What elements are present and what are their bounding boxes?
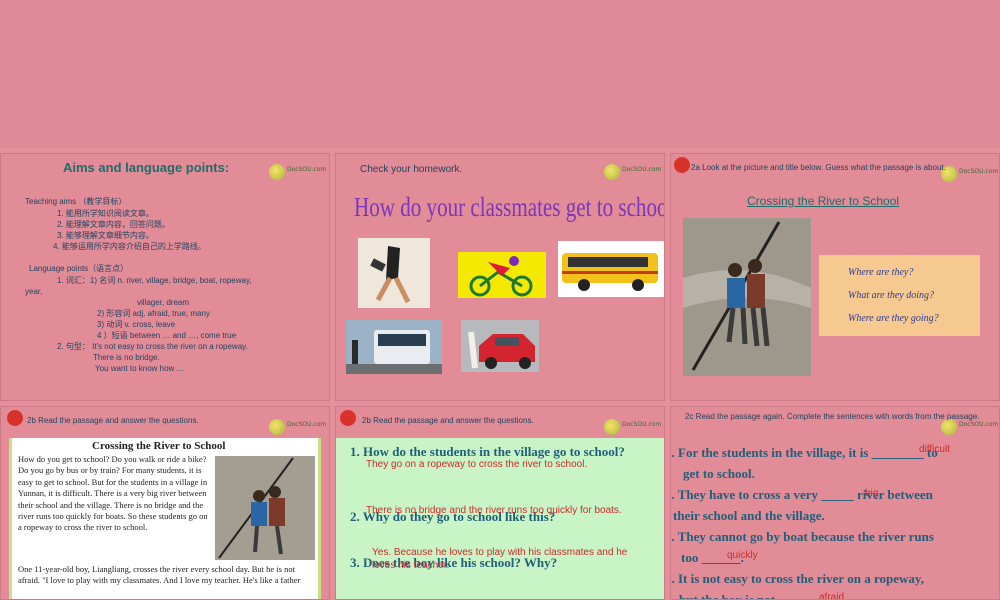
slide-title: Aims and language points: [63, 160, 230, 175]
car-photo [461, 320, 539, 372]
logo: DocSOU.com [269, 164, 326, 180]
slide-header: 2b Read the passage and answer the quest… [362, 416, 534, 425]
logo: DocSOU.com [604, 419, 661, 435]
slide-header: 2b Read the passage and answer the quest… [27, 416, 199, 425]
school-bus-photo [558, 241, 664, 297]
guess-questions-box: Where are they? What are they doing? Whe… [819, 255, 980, 336]
passage-paragraph-2: One 11-year-old boy, Liangliang, crosses… [18, 564, 301, 586]
answer-afraid: afraid [819, 592, 845, 600]
language-points-label: Language points（语言点） [29, 264, 129, 273]
teaching-aims-label: Teaching aims （教学目标） [25, 197, 127, 206]
passage-title: Crossing the River to School [92, 440, 226, 452]
slide-header: 2a Look at the picture and title below. … [691, 163, 946, 172]
answer-3: Yes. Because he loves to play with his c… [372, 547, 628, 571]
answer-difficult: difficult [919, 444, 950, 455]
slide-passage[interactable]: DocSOU.com 2b Read the passage and answe… [0, 406, 330, 600]
ropeway-photo [683, 218, 811, 376]
slide-header: 2c Read the passage again. Complete the … [685, 412, 980, 421]
slide-homework[interactable]: DocSOU.com Check your homework. How do y… [335, 153, 665, 401]
answer-1: They go on a ropeway to cross the river … [366, 459, 588, 470]
slide-header: Check your homework. [360, 164, 463, 175]
slide-badge [7, 410, 23, 426]
answer-quickly: quickly [727, 550, 758, 561]
slide-headline: How do your classmates get to school? [354, 192, 665, 222]
passage-title: Crossing the River to School [747, 194, 900, 208]
bike-clipart [458, 252, 546, 298]
passage-panel: Crossing the River to School How do you … [9, 438, 321, 599]
answer-big: big [865, 488, 879, 499]
slide-badge [674, 157, 690, 173]
bus-photo [346, 320, 442, 374]
slide-aims[interactable]: DocSOU.com Aims and language points: Tea… [0, 153, 330, 401]
slide-complete[interactable]: DocSOU.com 2c Read the passage again. Co… [670, 406, 1000, 600]
answer-2: There is no bridge and the river runs to… [366, 505, 622, 516]
passage-paragraph-1: How do you get to school? Do you walk or… [18, 454, 208, 533]
walking-photo [358, 238, 430, 308]
logo: DocSOU.com [269, 419, 326, 435]
logo: DocSOU.com [941, 166, 998, 182]
aims-list: 1. 能用所学知识阅读文章。 2. 能理解文章内容，回答问题。 3. 能够理解文… [57, 209, 170, 240]
passage-photo [215, 456, 315, 560]
slide-badge [340, 410, 356, 426]
top-background-band [0, 0, 1000, 148]
logo: DocSOU.com [604, 164, 661, 180]
slide-questions[interactable]: DocSOU.com 2b Read the passage and answe… [335, 406, 665, 600]
slide-guess[interactable]: DocSOU.com 2a Look at the picture and ti… [670, 153, 1000, 401]
